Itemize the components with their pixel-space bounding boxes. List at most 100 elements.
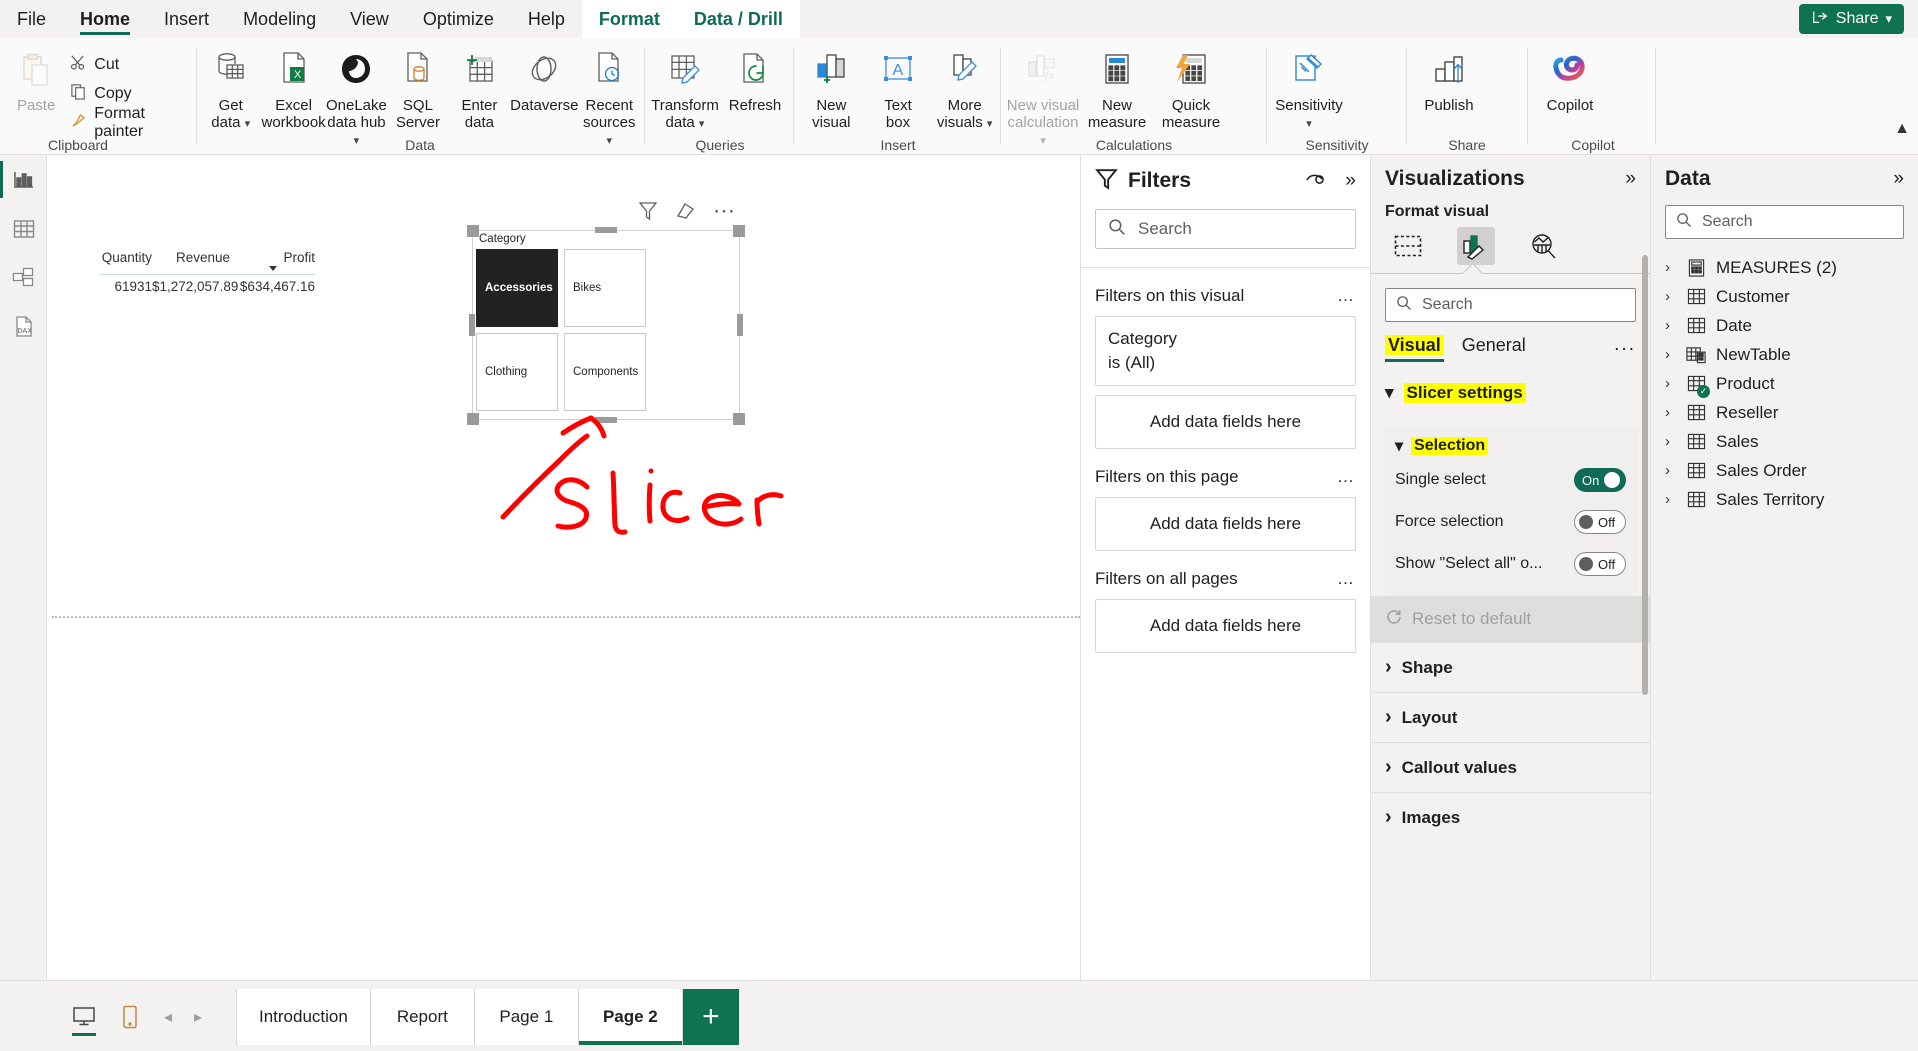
- mobile-layout-icon[interactable]: [109, 994, 151, 1040]
- ribbon-button-excel-workbook[interactable]: X Excel workbook: [261, 44, 326, 131]
- chevron-right-icon[interactable]: ›: [1665, 317, 1676, 334]
- accordion-slicer-settings[interactable]: ▾ Slicer settings: [1371, 368, 1650, 418]
- report-canvas[interactable]: Quantity Revenue Profit 61931 $1,272,057…: [47, 155, 1080, 980]
- slicer-item-bikes[interactable]: Bikes: [564, 249, 646, 327]
- more-options-icon[interactable]: ⋯: [713, 199, 738, 221]
- data-table-item-customer[interactable]: › Customer: [1651, 282, 1918, 311]
- resize-handle-bottom-right[interactable]: [733, 413, 745, 425]
- ribbon-button-transform-data[interactable]: Transform data ▾: [650, 44, 720, 133]
- data-table-item-reseller[interactable]: › Reseller: [1651, 398, 1918, 427]
- share-button[interactable]: Share ▾: [1798, 4, 1904, 34]
- chevron-right-icon[interactable]: ›: [1665, 433, 1676, 450]
- slicer-visual[interactable]: Category Accessories Bikes Clothing Compone…: [472, 230, 740, 420]
- chevron-right-icon[interactable]: ›: [1665, 462, 1676, 479]
- slicer-visual-container[interactable]: ⋯ Category Accessories Bikes Clothing Compo…: [467, 199, 745, 425]
- page-tab-page-2[interactable]: Page 2: [578, 989, 683, 1045]
- ribbon-button-copilot[interactable]: Copilot: [1533, 44, 1607, 114]
- format-painter-button[interactable]: Format painter: [70, 105, 196, 140]
- chevron-right-icon[interactable]: ›: [1665, 259, 1676, 276]
- page-tab-introduction[interactable]: Introduction: [237, 989, 371, 1045]
- ribbon-tab-optimize[interactable]: Optimize: [406, 0, 511, 38]
- card-col-profit[interactable]: Profit: [230, 250, 315, 271]
- resize-handle-top-left[interactable]: [467, 225, 479, 237]
- toggle-show-select-all-o[interactable]: Off: [1574, 552, 1626, 576]
- filter-dropzone[interactable]: Add data fields here: [1095, 599, 1356, 653]
- toggle-single-select[interactable]: On: [1574, 468, 1626, 492]
- page-nav-next-button[interactable]: ▸: [185, 997, 211, 1037]
- format-settings-scroll-area[interactable]: ▾ Slicer settings ▾ Selection Single sel…: [1371, 368, 1650, 980]
- eraser-icon[interactable]: [675, 200, 696, 221]
- ribbon-button-sensitivity[interactable]: Sensitivity ▾: [1272, 44, 1346, 133]
- ribbon-tab-format[interactable]: Format: [581, 0, 677, 38]
- ribbon-button-more-visuals[interactable]: More visuals ▾: [931, 44, 998, 133]
- ribbon-button-text-box[interactable]: A Text box: [865, 44, 932, 131]
- filter-dropzone[interactable]: Add data fields here: [1095, 497, 1356, 551]
- slicer-item-components[interactable]: Components: [564, 333, 646, 411]
- ribbon-button-enter-data[interactable]: Enter data: [449, 44, 510, 131]
- build-visual-icon[interactable]: [1389, 227, 1427, 265]
- ribbon-button-sql-server[interactable]: SQL Server: [387, 44, 448, 131]
- resize-handle-right[interactable]: [737, 314, 743, 336]
- filters-search-input[interactable]: Search: [1095, 209, 1356, 249]
- toggle-force-selection[interactable]: Off: [1574, 510, 1626, 534]
- page-tab-page-1[interactable]: Page 1: [474, 989, 579, 1045]
- paste-button[interactable]: Paste: [8, 44, 64, 114]
- data-table-item-measures-2[interactable]: › MEASURES (2): [1651, 253, 1918, 282]
- resize-handle-left[interactable]: [469, 314, 475, 336]
- chevron-right-icon[interactable]: ›: [1665, 491, 1676, 508]
- summary-card-visual[interactable]: Quantity Revenue Profit 61931 $1,272,057…: [100, 250, 315, 294]
- slicer-item-accessories[interactable]: Accessories: [476, 249, 558, 327]
- format-search-input[interactable]: Search: [1385, 288, 1636, 322]
- resize-handle-top[interactable]: [595, 227, 617, 233]
- chevron-right-icon[interactable]: ›: [1665, 346, 1676, 363]
- filter-section-more-icon[interactable]: …: [1337, 286, 1356, 306]
- data-table-item-sales-order[interactable]: › Sales Order: [1651, 456, 1918, 485]
- data-table-item-date[interactable]: › Date: [1651, 311, 1918, 340]
- sidebar-item-model-view[interactable]: [0, 253, 47, 302]
- filter-dropzone[interactable]: Add data fields here: [1095, 395, 1356, 449]
- ribbon-button-quick-measure[interactable]: Quick measure: [1154, 44, 1228, 131]
- ribbon-tab-data-drill[interactable]: Data / Drill: [676, 0, 800, 38]
- cut-button[interactable]: Cut: [70, 50, 196, 79]
- ribbon-tab-modeling[interactable]: Modeling: [226, 0, 333, 38]
- add-page-button[interactable]: +: [682, 989, 739, 1045]
- filter-card[interactable]: Category is (All): [1095, 316, 1356, 386]
- ribbon-button-publish[interactable]: Publish: [1412, 44, 1486, 114]
- ribbon-button-recent-sources[interactable]: Recent sources ▾: [579, 44, 640, 150]
- chevron-right-icon[interactable]: ›: [1665, 404, 1676, 421]
- filter-section-more-icon[interactable]: …: [1337, 569, 1356, 589]
- subsection-selection[interactable]: ▾ Selection: [1395, 436, 1626, 456]
- ribbon-tab-help[interactable]: Help: [511, 0, 582, 38]
- data-table-item-sales[interactable]: › Sales: [1651, 427, 1918, 456]
- ribbon-tab-insert[interactable]: Insert: [147, 0, 226, 38]
- ribbon-button-refresh[interactable]: Refresh: [720, 44, 790, 114]
- data-table-item-product[interactable]: › ✓ Product: [1651, 369, 1918, 398]
- desktop-layout-icon[interactable]: [63, 994, 105, 1040]
- collapse-filters-pane-icon[interactable]: »: [1345, 170, 1356, 192]
- page-nav-prev-button[interactable]: ◂: [155, 997, 181, 1037]
- sidebar-item-table-view[interactable]: [0, 204, 47, 253]
- accordion-images[interactable]: › Images: [1371, 792, 1650, 842]
- slicer-item-clothing[interactable]: Clothing: [476, 333, 558, 411]
- data-table-item-sales-territory[interactable]: › Sales Territory: [1651, 485, 1918, 514]
- accordion-layout[interactable]: › Layout: [1371, 692, 1650, 742]
- resize-handle-bottom-left[interactable]: [467, 413, 479, 425]
- tab-general[interactable]: General: [1462, 335, 1526, 362]
- collapse-ribbon-button[interactable]: ▲: [1894, 120, 1910, 138]
- visualizations-pane-scrollbar[interactable]: [1642, 255, 1648, 695]
- ribbon-button-new-measure[interactable]: New measure: [1080, 44, 1154, 131]
- ribbon-button-get-data[interactable]: Get data ▾: [200, 44, 261, 133]
- ribbon-tab-view[interactable]: View: [333, 0, 406, 38]
- filter-icon[interactable]: [638, 200, 658, 221]
- analytics-icon[interactable]: [1525, 227, 1563, 265]
- resize-handle-bottom[interactable]: [595, 417, 617, 423]
- ribbon-button-new-visual[interactable]: New visual: [798, 44, 865, 131]
- page-tab-report[interactable]: Report: [370, 989, 475, 1045]
- collapse-visualizations-pane-icon[interactable]: »: [1625, 168, 1636, 190]
- ribbon-button-new-visual-calculation[interactable]: fx New visual calculation ▾: [1006, 44, 1080, 150]
- tab-visual[interactable]: Visual: [1385, 334, 1444, 362]
- ribbon-tab-home[interactable]: Home: [63, 0, 147, 38]
- accordion-shape[interactable]: › Shape: [1371, 642, 1650, 692]
- format-visual-icon[interactable]: [1457, 227, 1495, 265]
- collapse-data-pane-icon[interactable]: »: [1893, 168, 1904, 190]
